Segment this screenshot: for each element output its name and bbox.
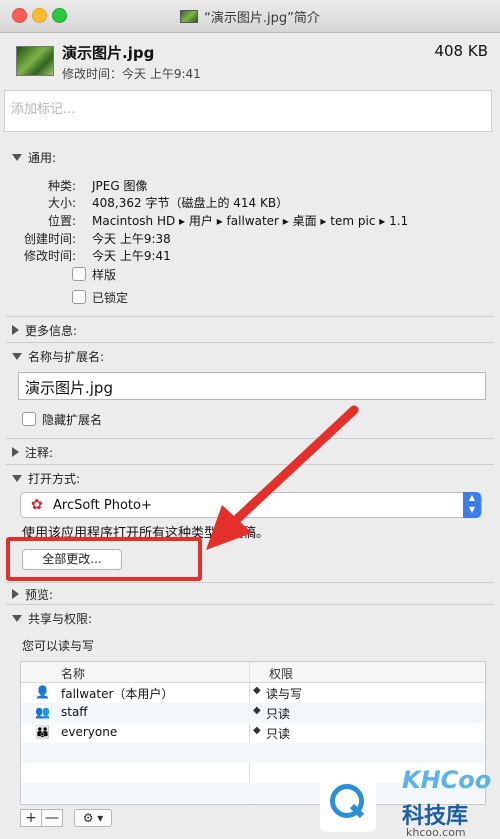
privilege-stepper-icon[interactable]: ◆	[253, 705, 261, 716]
kind-value: JPEG 图像	[92, 179, 148, 193]
group-icon: 👥	[35, 705, 50, 719]
section-preview[interactable]: 预览:	[12, 586, 53, 603]
created-label: 创建时间:	[23, 232, 76, 246]
disclosure-right-icon	[12, 325, 19, 335]
table-row[interactable]: 👪 everyone ◆ 只读	[21, 723, 485, 743]
section-more-info-label: 更多信息:	[25, 324, 78, 338]
hide-extension-label: 隐藏扩展名	[42, 413, 103, 427]
modified-label: 修改时间:	[23, 249, 76, 263]
kind-label: 种类:	[47, 179, 76, 193]
file-name: 演示图片.jpg	[62, 44, 155, 62]
section-preview-label: 预览:	[25, 588, 54, 602]
open-with-popup[interactable]: ✿ ArcSoft Photo+ ▲ ▼	[20, 492, 482, 518]
stationery-checkbox[interactable]	[72, 267, 86, 281]
disclosure-right-icon	[12, 447, 19, 457]
window-title-text: “演示图片.jpg”简介	[204, 11, 320, 26]
watermark-url: khcoo.com	[406, 826, 466, 839]
hide-extension-checkbox[interactable]	[22, 412, 36, 426]
section-general[interactable]: 通用:	[12, 149, 56, 166]
action-gear-button[interactable]: ⚙ ▾	[74, 809, 112, 827]
section-comments[interactable]: 注释:	[12, 444, 53, 461]
section-sharing-label: 共享与权限:	[28, 612, 93, 626]
everyone-icon: 👪	[35, 725, 50, 739]
add-button[interactable]: +	[20, 809, 42, 827]
watermark-logo: KHCoo	[402, 766, 492, 794]
size-label: 大小:	[47, 196, 76, 210]
column-header-privilege[interactable]: 权限	[269, 665, 293, 682]
disclosure-right-icon	[12, 589, 19, 599]
image-file-icon	[180, 10, 199, 23]
name-field[interactable]: 演示图片.jpg	[18, 372, 486, 400]
user-name: staff	[61, 705, 88, 719]
privilege-value[interactable]: 读与写	[266, 685, 302, 702]
disclosure-down-icon	[12, 475, 22, 482]
section-more-info[interactable]: 更多信息:	[12, 322, 77, 339]
table-row[interactable]: 👥 staff ◆ 只读	[21, 703, 485, 723]
privilege-value[interactable]: 只读	[266, 725, 290, 742]
file-size: 408 KB	[434, 42, 488, 60]
user-name: everyone	[61, 725, 118, 739]
section-open-with[interactable]: 打开方式:	[12, 470, 80, 487]
popup-stepper-icon: ▲ ▼	[463, 492, 481, 518]
window-title: “演示图片.jpg”简介	[0, 7, 500, 26]
section-sharing[interactable]: 共享与权限:	[12, 610, 92, 627]
locked-checkbox[interactable]	[72, 290, 86, 304]
privilege-stepper-icon[interactable]: ◆	[253, 685, 261, 696]
table-row[interactable]: 👤 fallwater（本用户） ◆ 读与写	[21, 683, 485, 703]
watermark: KHCoo 科技库 khcoo.com	[306, 764, 500, 839]
disclosure-down-icon	[12, 154, 22, 161]
sharing-status: 您可以读与写	[22, 639, 95, 653]
user-name: fallwater（本用户）	[61, 687, 174, 701]
modified-value: 今天 上午9:41	[92, 249, 171, 263]
section-open-with-label: 打开方式:	[28, 472, 81, 486]
divider	[6, 604, 494, 605]
stationery-label: 样版	[92, 268, 117, 282]
remove-button[interactable]: —	[41, 809, 63, 827]
created-value: 今天 上午9:38	[92, 232, 171, 246]
section-name-extension[interactable]: 名称与扩展名:	[12, 348, 104, 365]
privilege-value[interactable]: 只读	[266, 705, 290, 722]
disclosure-down-icon	[12, 353, 22, 360]
section-general-label: 通用:	[28, 151, 57, 165]
divider	[6, 464, 494, 465]
file-thumbnail	[16, 46, 54, 76]
size-value: 408,362 字节（磁盘上的 414 KB）	[92, 196, 289, 210]
section-name-extension-label: 名称与扩展名:	[28, 350, 105, 364]
title-bar: “演示图片.jpg”简介	[0, 0, 500, 33]
disclosure-down-icon	[12, 615, 22, 622]
section-comments-label: 注释:	[25, 446, 54, 460]
divider	[6, 438, 494, 439]
app-name: ArcSoft Photo+	[53, 498, 152, 513]
divider	[6, 342, 494, 343]
where-value: Macintosh HD ▸ 用户 ▸ fallwater ▸ 桌面 ▸ tem…	[92, 214, 409, 228]
where-label: 位置:	[47, 214, 76, 228]
user-icon: 👤	[35, 685, 50, 699]
table-row	[21, 743, 485, 763]
annotation-highlight-box	[6, 537, 202, 581]
locked-label: 已锁定	[92, 291, 129, 305]
divider	[6, 316, 494, 317]
table-header: 名称 权限	[21, 662, 485, 683]
privilege-stepper-icon[interactable]: ◆	[253, 725, 261, 736]
divider	[6, 582, 494, 583]
column-header-name[interactable]: 名称	[61, 665, 85, 682]
flower-icon: ✿	[31, 497, 43, 513]
tags-field[interactable]: 添加标记...	[4, 90, 492, 132]
file-modified: 修改时间：今天 上午9:41	[62, 67, 201, 81]
